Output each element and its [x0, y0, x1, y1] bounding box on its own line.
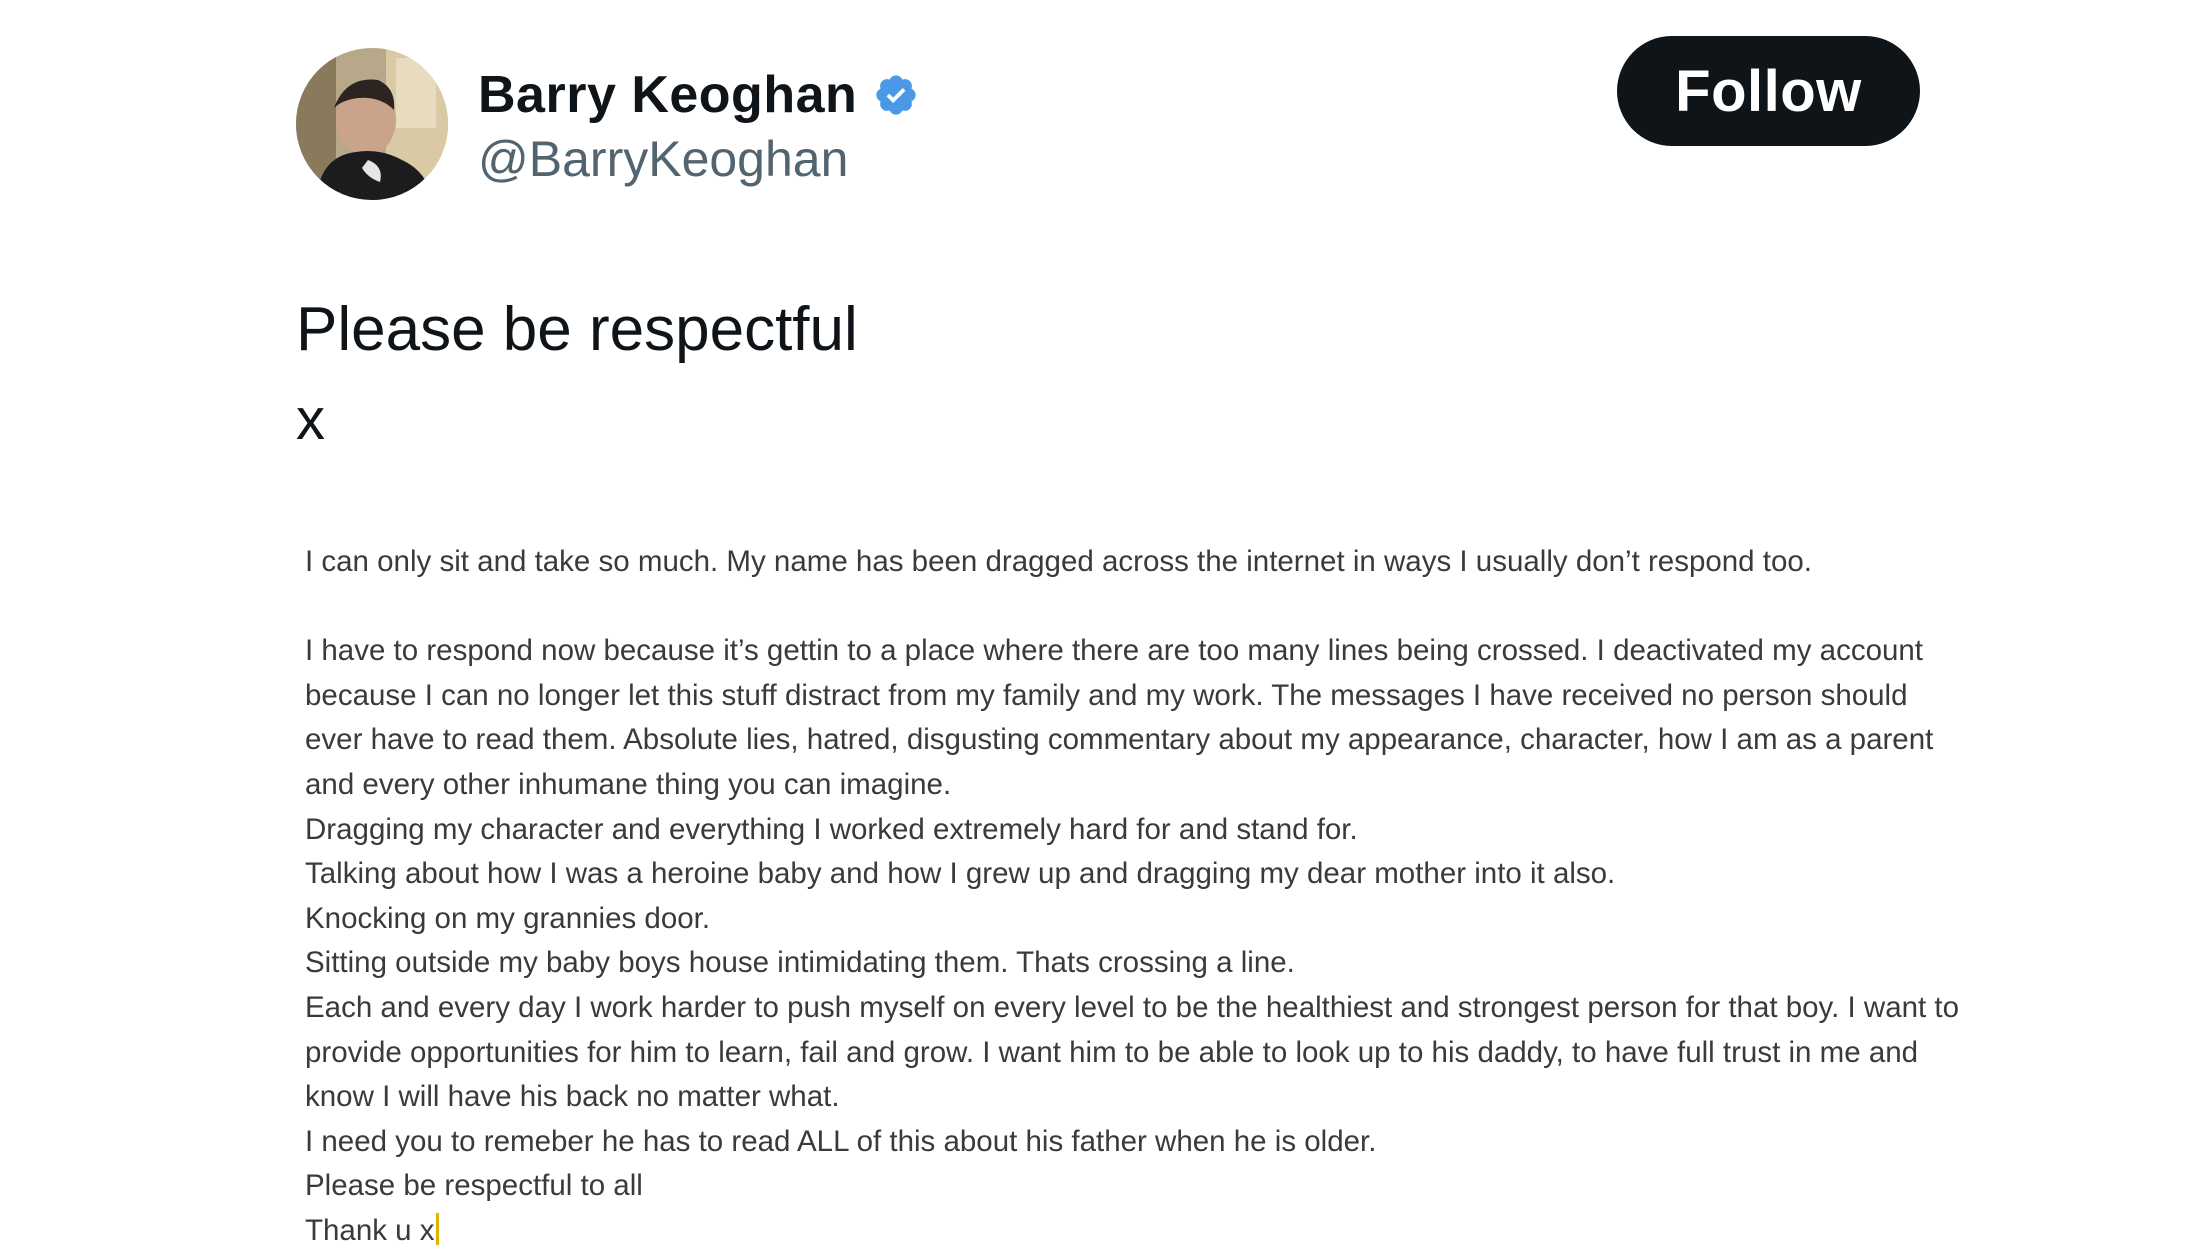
statement-paragraph: I have to respond now because it’s getti… [305, 634, 1934, 801]
statement-paragraph: I can only sit and take so much. My name… [305, 545, 1812, 578]
statement-line: Talking about how I was a heroine baby a… [305, 857, 1616, 891]
statement-line: Please be respectful to all [305, 1169, 643, 1203]
statement-line: Knocking on my grannies door. [305, 901, 711, 935]
closing-text: Thank u x [305, 1213, 435, 1247]
name-row: Barry Keoghan [478, 60, 919, 130]
statement-closing-line: Thank u x [305, 1209, 1965, 1254]
statement-line: Dragging my character and everything I w… [305, 812, 1358, 846]
follow-button[interactable]: Follow [1617, 36, 1920, 146]
display-name[interactable]: Barry Keoghan [478, 65, 857, 125]
statement-line: Sitting outside my baby boys house intim… [305, 946, 1295, 980]
avatar[interactable] [296, 48, 448, 200]
statement-paragraph: Each and every day I work harder to push… [305, 990, 1960, 1114]
profile-identity: Barry Keoghan @BarryKeoghan [478, 60, 919, 188]
profile-photo [296, 48, 448, 200]
profile-header: Barry Keoghan @BarryKeoghan [296, 48, 919, 200]
statement-line: I need you to remeber he has to read ALL… [305, 1124, 1377, 1158]
post-headline-x: x [296, 387, 325, 452]
post-headline: Please be respectful [296, 295, 858, 364]
text-cursor [435, 1212, 439, 1245]
verified-badge-icon[interactable] [873, 72, 919, 118]
statement-body: I can only sit and take so much. My name… [305, 540, 1965, 1254]
handle[interactable]: @BarryKeoghan [478, 130, 919, 188]
